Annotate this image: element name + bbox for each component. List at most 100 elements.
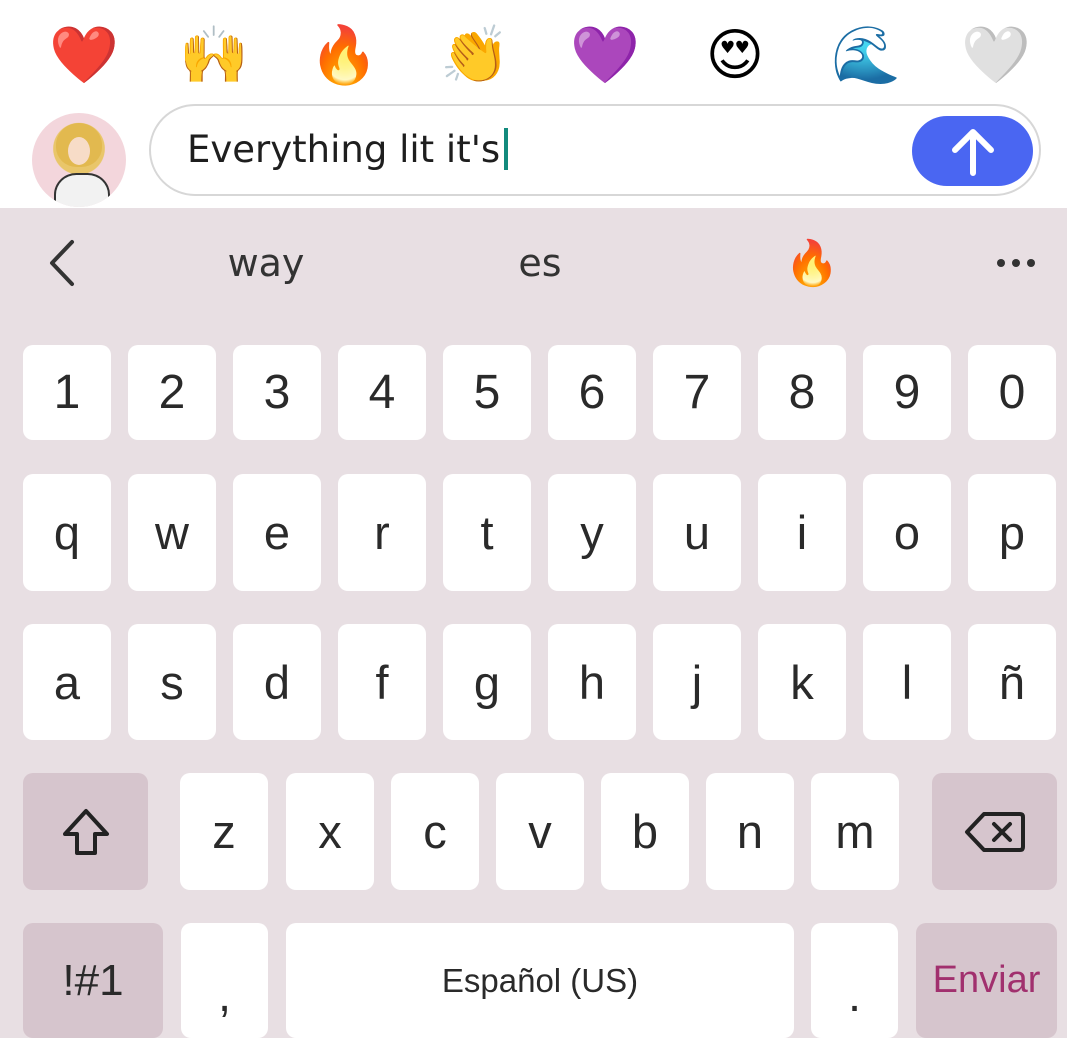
key-label: m <box>835 805 875 858</box>
emoji-wave[interactable]: 🌊 <box>828 18 904 94</box>
key-s[interactable]: s <box>128 624 216 740</box>
shift-icon <box>62 808 109 855</box>
backspace-key[interactable] <box>932 773 1057 890</box>
key-label: x <box>318 805 342 858</box>
key-d[interactable]: d <box>233 624 321 740</box>
key-label: o <box>893 506 921 559</box>
key-o[interactable]: o <box>863 474 951 591</box>
emoji-clap[interactable]: 👏 <box>437 18 513 94</box>
key-4[interactable]: 4 <box>338 345 426 440</box>
key-8[interactable]: 8 <box>758 345 846 440</box>
key-z[interactable]: z <box>180 773 268 890</box>
key-f[interactable]: f <box>338 624 426 740</box>
key-0[interactable]: 0 <box>968 345 1056 440</box>
backspace-icon <box>964 811 1025 852</box>
key-label: 7 <box>683 366 711 419</box>
key-i[interactable]: i <box>758 474 846 591</box>
key-label: q <box>53 506 81 559</box>
key-label: y <box>580 506 604 559</box>
key-h[interactable]: h <box>548 624 636 740</box>
key-label: g <box>473 655 501 709</box>
shift-key[interactable] <box>23 773 148 890</box>
send-button[interactable] <box>912 116 1033 186</box>
emoji-purple-heart[interactable]: 💜 <box>567 18 643 94</box>
key-3[interactable]: 3 <box>233 345 321 440</box>
key-6[interactable]: 6 <box>548 345 636 440</box>
message-input-value: Everything lit it's <box>187 128 501 171</box>
key-label: . <box>847 968 862 1021</box>
key-j[interactable]: j <box>653 624 741 740</box>
suggestion-3-emoji[interactable]: 🔥 <box>752 208 872 318</box>
key-n-tilde[interactable]: ñ <box>968 624 1056 740</box>
emoji-heart-eyes[interactable]: 😍 <box>697 18 773 94</box>
key-label: c <box>423 805 447 858</box>
key-e[interactable]: e <box>233 474 321 591</box>
key-t[interactable]: t <box>443 474 531 591</box>
key-label: a <box>53 655 81 709</box>
key-label: ñ <box>998 655 1026 709</box>
message-composer: Everything lit it's <box>0 104 1067 208</box>
key-label: s <box>160 655 184 709</box>
key-p[interactable]: p <box>968 474 1056 591</box>
key-label: i <box>796 506 808 559</box>
key-label: 4 <box>368 366 396 419</box>
key-label: r <box>374 506 390 559</box>
suggestion-more-button[interactable] <box>976 208 1056 318</box>
key-label: Español (US) <box>441 961 639 999</box>
key-label: j <box>691 655 703 709</box>
key-9[interactable]: 9 <box>863 345 951 440</box>
key-label: t <box>480 506 494 559</box>
key-label: u <box>683 506 711 559</box>
key-u[interactable]: u <box>653 474 741 591</box>
suggestion-1[interactable]: way <box>166 208 366 318</box>
key-5[interactable]: 5 <box>443 345 531 440</box>
key-y[interactable]: y <box>548 474 636 591</box>
key-label: 0 <box>998 366 1026 419</box>
key-7[interactable]: 7 <box>653 345 741 440</box>
suggestion-back-button[interactable] <box>22 208 102 318</box>
key-l[interactable]: l <box>863 624 951 740</box>
message-input-text: Everything lit it's <box>187 128 509 171</box>
key-1[interactable]: 1 <box>23 345 111 440</box>
enter-send-key[interactable]: Enviar <box>916 923 1057 1038</box>
key-label: Enviar <box>932 959 1041 1001</box>
key-q[interactable]: q <box>23 474 111 591</box>
message-input[interactable]: Everything lit it's <box>149 104 1041 196</box>
emoji-fire[interactable]: 🔥 <box>306 18 382 94</box>
key-label: e <box>263 506 291 559</box>
emoji-white-heart[interactable]: 🤍 <box>958 18 1034 94</box>
key-c[interactable]: c <box>391 773 479 890</box>
text-caret <box>504 128 509 170</box>
emoji-raised-hands[interactable]: 🙌 <box>176 18 252 94</box>
key-label: , <box>217 968 232 1021</box>
suggestion-2[interactable]: es <box>440 208 640 318</box>
profile-avatar[interactable] <box>32 113 126 207</box>
symbols-key[interactable]: !#1 <box>23 923 163 1038</box>
key-x[interactable]: x <box>286 773 374 890</box>
key-label: l <box>901 655 913 709</box>
key-label: p <box>998 506 1026 559</box>
emoji-bar: ❤️ 🙌 🔥 👏 💜 😍 🌊 🤍 <box>0 0 1067 104</box>
keyboard: way es 🔥 1 2 3 4 5 6 7 8 9 0 q w e r t y… <box>0 208 1067 1038</box>
period-key[interactable]: . <box>811 923 898 1038</box>
key-label: w <box>155 506 189 559</box>
key-label: 2 <box>158 366 186 419</box>
key-m[interactable]: m <box>811 773 899 890</box>
comma-key[interactable]: , <box>181 923 268 1038</box>
space-key[interactable]: Español (US) <box>286 923 794 1038</box>
chevron-left-icon <box>50 240 74 286</box>
key-b[interactable]: b <box>601 773 689 890</box>
key-label: b <box>631 805 659 858</box>
key-g[interactable]: g <box>443 624 531 740</box>
key-a[interactable]: a <box>23 624 111 740</box>
key-label: 9 <box>893 366 921 419</box>
key-label: v <box>528 805 552 858</box>
key-r[interactable]: r <box>338 474 426 591</box>
key-label: z <box>212 805 236 858</box>
key-2[interactable]: 2 <box>128 345 216 440</box>
key-k[interactable]: k <box>758 624 846 740</box>
key-w[interactable]: w <box>128 474 216 591</box>
key-n[interactable]: n <box>706 773 794 890</box>
key-v[interactable]: v <box>496 773 584 890</box>
emoji-heart[interactable]: ❤️ <box>46 18 122 94</box>
